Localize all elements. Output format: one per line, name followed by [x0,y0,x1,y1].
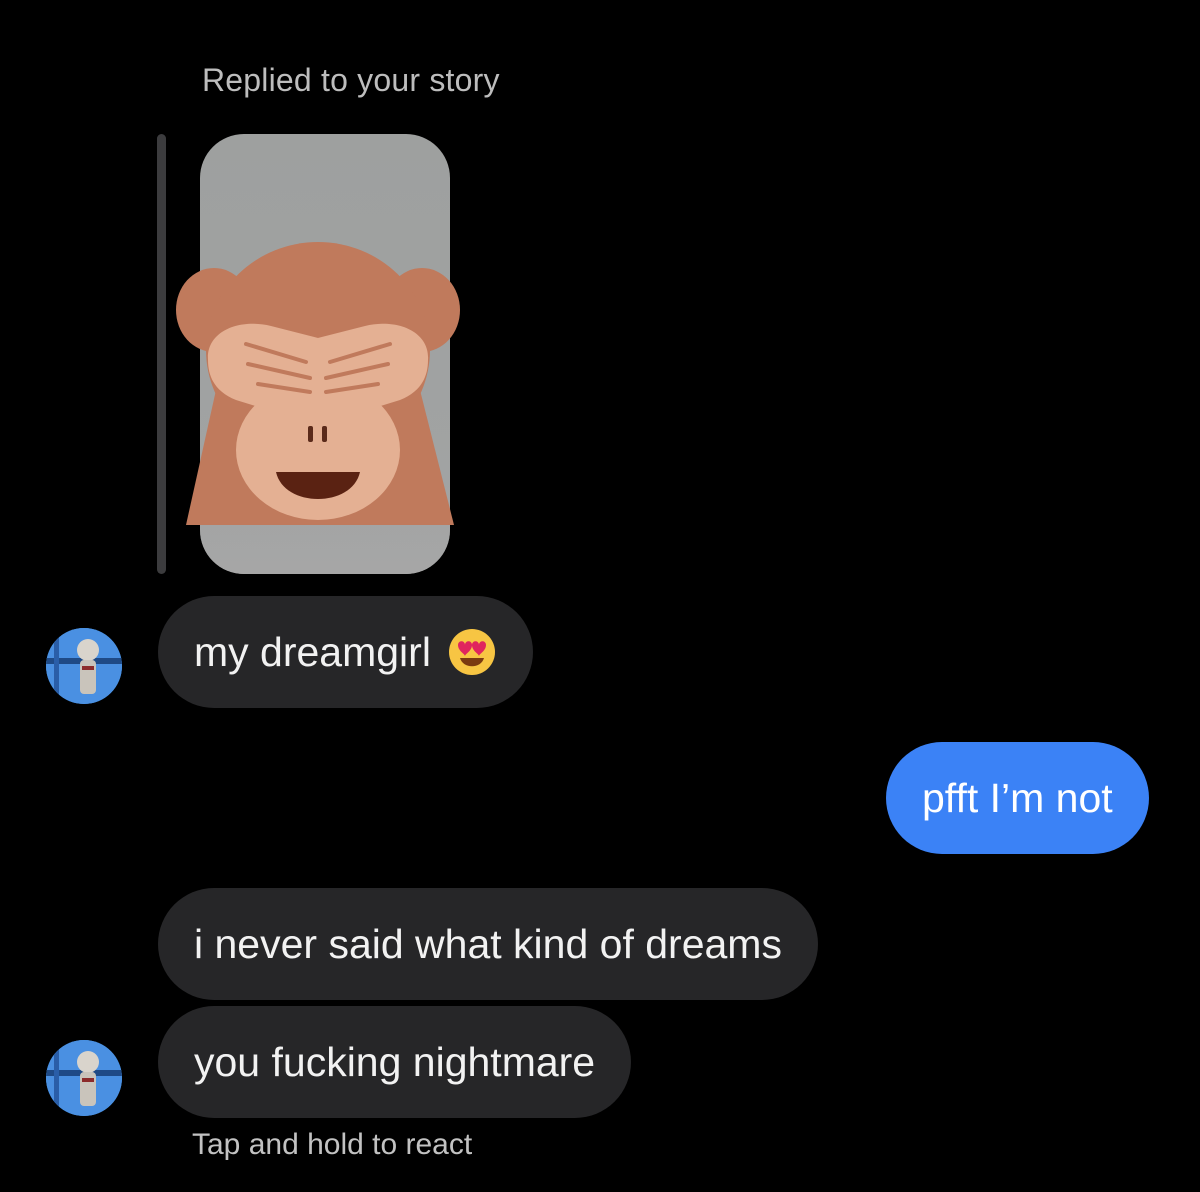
message-text: pfft I’m not [922,774,1113,821]
message-bubble-incoming[interactable]: my dreamgirl [158,596,533,708]
avatar[interactable] [46,628,122,704]
message-bubble-outgoing[interactable]: pfft I’m not [886,742,1149,854]
message-bubble-incoming[interactable]: i never said what kind of dreams [158,888,818,1000]
message-text: you fucking nightmare [194,1038,596,1085]
story-reply-label: Replied to your story [202,62,500,98]
message-text: i never said what kind of dreams [194,920,782,967]
avatar-image [46,628,122,704]
avatar[interactable] [46,1040,122,1116]
message-text: my dreamgirl [194,628,431,675]
reply-indicator-bar [157,134,166,574]
heart-eyes-emoji-icon [448,629,495,675]
see-no-evil-monkey-icon [176,242,460,525]
message-bubble-incoming[interactable]: you fucking nightmare [158,1006,632,1118]
react-hint: Tap and hold to react [192,1128,473,1161]
avatar-image [46,1040,122,1116]
